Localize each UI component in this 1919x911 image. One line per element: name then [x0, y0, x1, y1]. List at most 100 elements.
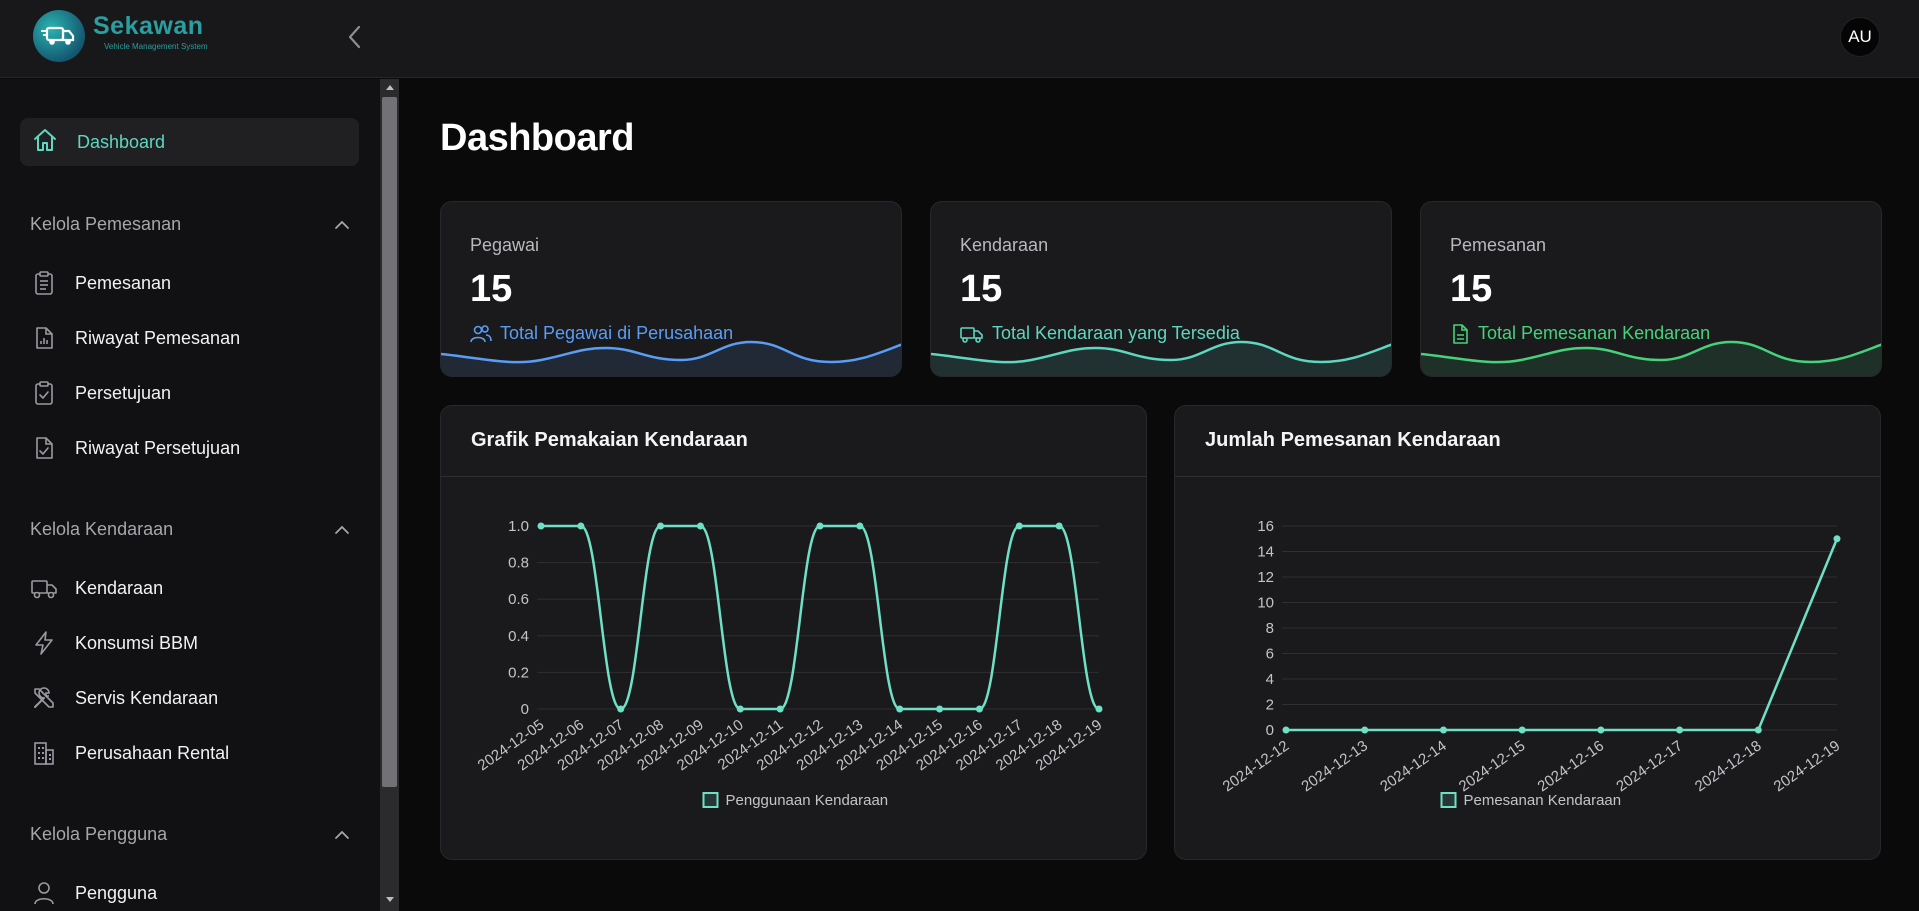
data-point — [816, 522, 824, 530]
section-title: Kelola Kendaraan — [30, 519, 174, 539]
section-title: Kelola Pemesanan — [30, 214, 182, 234]
page-title: Dashboard — [440, 117, 634, 159]
sidebar-item-label: Riwayat Persetujuan — [75, 437, 241, 458]
data-point — [696, 522, 704, 530]
stat-value: 15 — [1450, 268, 1493, 310]
logo-icon[interactable] — [33, 10, 85, 62]
clipboard-icon — [30, 269, 58, 297]
data-point — [577, 522, 585, 530]
clipboard-check-icon — [30, 379, 58, 407]
data-point — [1518, 726, 1526, 734]
y-tick-label: 0 — [521, 701, 529, 718]
sidebar-item-servis-kendaraan[interactable]: Servis Kendaraan — [30, 684, 218, 712]
sidebar-item-pengguna[interactable]: Pengguna — [30, 879, 157, 907]
brand-title: Sekawan — [93, 12, 204, 40]
home-icon — [31, 126, 59, 159]
sidebar-item-konsumsi-bbm[interactable]: Konsumsi BBM — [30, 629, 198, 657]
sidebar-item-label: Konsumsi BBM — [75, 632, 199, 653]
chart-header: Jumlah Pemesanan Kendaraan — [1175, 406, 1880, 477]
data-point — [776, 705, 784, 713]
x-tick-label: 2024-12-12 — [1220, 737, 1293, 795]
data-point — [617, 705, 625, 713]
sidebar-item-riwayat-persetujuan[interactable]: Riwayat Persetujuan — [30, 434, 240, 462]
sidebar-item-pemesanan[interactable]: Pemesanan — [30, 269, 171, 297]
stat-value: 15 — [960, 268, 1003, 310]
legend-swatch — [1440, 792, 1457, 808]
data-point — [1015, 522, 1023, 530]
data-point — [896, 705, 904, 713]
scroll-down-arrow-icon[interactable] — [380, 891, 399, 907]
y-tick-label: 1.0 — [508, 518, 529, 535]
section-kelola-pemesanan[interactable]: Kelola Pemesanan — [30, 214, 350, 235]
sidebar: Dashboard Kelola Pemesanan Pemesanan Riw… — [0, 79, 380, 911]
sidebar-item-label: Perusahaan Rental — [75, 742, 230, 763]
usage-line-chart: 00.20.40.60.81.02024-12-052024-12-062024… — [475, 518, 1106, 809]
y-tick-label: 14 — [1257, 544, 1274, 561]
data-point — [736, 705, 744, 713]
scroll-up-arrow-icon[interactable] — [380, 79, 399, 95]
user-icon — [30, 879, 58, 907]
series-line — [1286, 538, 1839, 732]
data-point — [537, 522, 545, 530]
y-tick-label: 0.6 — [508, 591, 529, 608]
file-chart-icon — [30, 324, 58, 352]
chevron-up-icon — [335, 525, 349, 534]
data-point — [1676, 726, 1684, 734]
tools-icon — [30, 684, 58, 712]
y-tick-label: 8 — [1266, 620, 1274, 637]
sidebar-item-label: Kendaraan — [75, 577, 164, 598]
bolt-icon — [30, 629, 58, 657]
y-tick-label: 12 — [1257, 569, 1274, 586]
x-tick-label: 2024-12-16 — [1535, 737, 1608, 795]
stat-card-pemesanan: Pemesanan 15 Total Pemesanan Kendaraan — [1420, 201, 1882, 377]
section-kelola-pengguna[interactable]: Kelola Pengguna — [30, 824, 350, 845]
stat-value: 15 — [470, 268, 513, 310]
series-line — [540, 524, 1100, 711]
y-tick-label: 4 — [1266, 671, 1274, 688]
x-tick-label: 2024-12-13 — [1298, 737, 1371, 795]
data-point — [856, 522, 864, 530]
chart-header: Grafik Pemakaian Kendaraan — [441, 406, 1146, 477]
y-tick-label: 6 — [1266, 646, 1274, 663]
section-kelola-kendaraan[interactable]: Kelola Kendaraan — [30, 519, 350, 540]
stat-label: Pegawai — [470, 235, 540, 255]
building-icon — [30, 739, 58, 767]
sidebar-item-dashboard[interactable]: Dashboard — [20, 118, 359, 166]
chart-card-usage: Grafik Pemakaian Kendaraan 0 0.2 0.4 0.6 0.8… — [440, 405, 1147, 860]
x-tick-label: 2024-12-19 — [1771, 737, 1844, 795]
chart-title: Jumlah Pemesanan Kendaraan — [1205, 429, 1501, 451]
collapse-sidebar-button[interactable] — [344, 22, 366, 52]
sidebar-item-label: Pemesanan — [75, 272, 172, 293]
user-avatar[interactable]: AU — [1840, 17, 1880, 57]
sidebar-item-kendaraan[interactable]: Kendaraan — [30, 574, 163, 602]
y-tick-label: 2 — [1266, 697, 1274, 714]
data-point — [1095, 705, 1103, 713]
stat-label: Kendaraan — [960, 235, 1049, 255]
stat-card-pegawai: Pegawai 15 Total Pegawai di Perusahaan — [440, 201, 902, 377]
stat-card-kendaraan: Kendaraan 15 Total Kendaraan yang Tersed… — [930, 201, 1392, 377]
main-content: Dashboard Pegawai 15 Total Pegawai di Pe… — [400, 79, 1919, 911]
x-tick-label: 2024-12-15 — [1456, 737, 1529, 795]
scroll-thumb[interactable] — [382, 97, 397, 787]
x-tick-label: 2024-12-17 — [1613, 737, 1686, 795]
y-tick-label: 0.8 — [508, 555, 529, 572]
y-tick-label: 0.2 — [508, 664, 529, 681]
y-tick-label: 0 — [1266, 722, 1274, 739]
sidebar-item-label: Servis Kendaraan — [75, 687, 219, 708]
data-point — [657, 522, 665, 530]
sidebar-scrollbar[interactable] — [380, 79, 399, 911]
sidebar-item-riwayat-pemesanan[interactable]: Riwayat Pemesanan — [30, 324, 240, 352]
chevron-up-icon — [335, 220, 349, 229]
x-tick-label: 2024-12-14 — [1377, 737, 1450, 795]
data-point — [1361, 726, 1369, 734]
data-point — [1282, 726, 1290, 734]
chart-card-bookings: Jumlah Pemesanan Kendaraan 0 2 4 6 8 10 12 14 16… — [1174, 405, 1881, 860]
y-tick-label: 0.4 — [508, 628, 529, 645]
y-tick-label: 10 — [1257, 595, 1274, 612]
legend-label: Pemesanan Kendaraan — [1464, 792, 1622, 809]
section-title: Kelola Pengguna — [30, 824, 168, 844]
x-tick-label: 2024-12-18 — [1692, 737, 1765, 795]
legend-label: Penggunaan Kendaraan — [726, 792, 889, 809]
sidebar-item-persetujuan[interactable]: Persetujuan — [30, 379, 171, 407]
sidebar-item-perusahaan-rental[interactable]: Perusahaan Rental — [30, 739, 229, 767]
